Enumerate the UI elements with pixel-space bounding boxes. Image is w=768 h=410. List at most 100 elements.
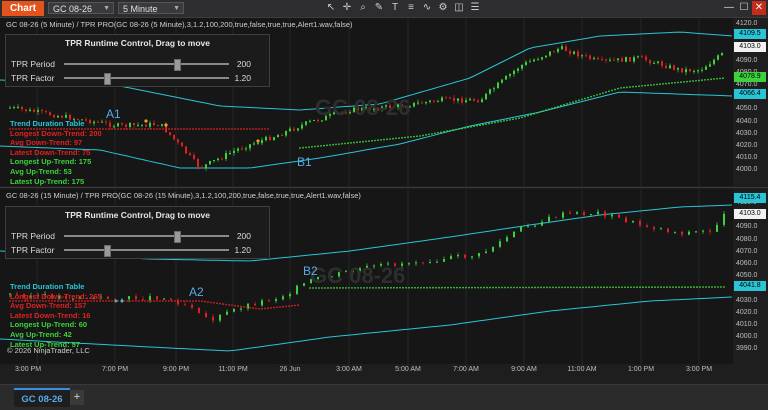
stack-icon[interactable]: ≡ (405, 2, 417, 14)
crosshair-icon[interactable]: ✛ (341, 2, 353, 14)
trail-stop-down (270, 307, 272, 309)
factor-slider[interactable] (64, 73, 229, 85)
trail-stop-down (135, 300, 137, 302)
candle (141, 124, 143, 128)
price-axis-15min[interactable]: 4110.04100.04090.04080.04070.04060.04050… (733, 189, 768, 364)
candle-body (233, 150, 235, 153)
trail-stop-up (675, 286, 677, 289)
draw-icon[interactable]: ✎ (373, 2, 385, 14)
slider-thumb[interactable] (174, 59, 181, 71)
tpr-control-panel[interactable]: TPR Runtime Control, Drag to move TPR Pe… (5, 206, 270, 259)
price-tick: 4050.0 (736, 272, 758, 280)
chart-pane-15min[interactable]: GC 08-26 GC 08-26 (15 Minute) / TPR PRO(… (0, 189, 733, 364)
close-button[interactable]: ✕ (752, 1, 766, 15)
trail-stop-down (258, 128, 260, 130)
interval-selector[interactable]: 5 Minute ▼ (118, 2, 184, 14)
trail-stop-up (305, 146, 307, 149)
instrument-selector[interactable]: GC 08-26 ▼ (48, 2, 114, 14)
candle (489, 88, 491, 96)
candle-body (153, 122, 155, 126)
trail-stop-up (444, 286, 446, 289)
snapshot-icon[interactable]: ◫ (453, 2, 465, 14)
candle (548, 214, 550, 222)
candle-body (429, 100, 431, 102)
trail-stop-up (570, 286, 572, 289)
candle (669, 63, 671, 70)
trail-stop-up (482, 123, 484, 126)
candle (653, 225, 655, 232)
candle-body (716, 224, 718, 232)
price-tick: 3990.0 (736, 345, 758, 353)
trail-stop-up (590, 95, 592, 98)
period-slider[interactable] (64, 231, 229, 243)
candle-body (209, 160, 211, 165)
candle-body (170, 298, 172, 300)
candle-body (184, 304, 186, 306)
trail-stop-up (317, 145, 319, 148)
candle-body (453, 97, 455, 101)
add-tab-button[interactable]: + (70, 390, 84, 405)
candle (29, 107, 31, 112)
cursor-icon[interactable]: ↖ (325, 2, 337, 14)
candle-body (633, 57, 635, 62)
candle-body (702, 230, 704, 232)
trail-stop-up (320, 145, 322, 147)
candle (17, 104, 19, 109)
candle (693, 69, 695, 74)
candle-body (489, 89, 491, 94)
factor-label: TPR Factor (11, 245, 55, 255)
candle (493, 86, 495, 93)
trail-stop-up (425, 134, 427, 136)
latest-up: Latest Up-Trend: 175 (10, 176, 85, 186)
candle (555, 216, 557, 219)
trail-stop-up (552, 286, 554, 289)
trail-stop-down (219, 302, 221, 305)
trail-stop-up (389, 138, 391, 140)
price-axis-5min[interactable]: 4120.04110.04100.04090.04080.04070.04060… (733, 18, 768, 186)
trail-stop-up (302, 146, 304, 149)
candle (289, 126, 291, 132)
slider-thumb[interactable] (174, 231, 181, 243)
properties-icon[interactable]: ☰ (469, 2, 481, 14)
factor-slider[interactable] (64, 245, 229, 257)
zoom-icon[interactable]: ⌕ (357, 2, 369, 14)
trail-stop-up (462, 286, 464, 289)
candle (593, 56, 595, 61)
candle-body (241, 148, 243, 150)
pane-divider[interactable] (0, 187, 768, 188)
candle-body (422, 262, 424, 264)
trail-stop-down (132, 300, 134, 302)
tpr-control-panel[interactable]: TPR Runtime Control, Drag to move TPR Pe… (5, 34, 270, 87)
trail-stop-up (561, 286, 563, 289)
longest-down: Longest Down-Trend: 265 (10, 291, 102, 301)
time-axis[interactable]: 3:00 PM 7:00 PM 9:00 PM 11:00 PM 26 Jun 3:00 … (0, 364, 733, 376)
strategy-icon[interactable]: ⚙ (437, 2, 449, 14)
chart-menu-button[interactable]: Chart (2, 1, 44, 16)
candle (457, 98, 459, 104)
candle (713, 58, 715, 66)
price-tick: 4020.0 (736, 308, 758, 316)
candle (573, 50, 575, 55)
candle (273, 136, 275, 141)
trail-stop-up (521, 116, 523, 119)
slider-thumb[interactable] (104, 245, 111, 257)
time-tick: 11:00 PM (218, 366, 248, 373)
trail-stop-up (602, 92, 604, 94)
candle (513, 231, 515, 238)
chart-pane-5min[interactable]: GC 08-26 GC 08-26 (5 Minute) / TPR PRO(G… (0, 18, 733, 186)
period-value: 200 (236, 231, 251, 241)
tab-gc-08-26[interactable]: GC 08-26 (14, 388, 70, 407)
candle-body (533, 59, 535, 62)
candle-body (293, 128, 295, 131)
trail-stop-up (659, 83, 661, 86)
maximize-button[interactable]: ☐ (737, 1, 751, 15)
trail-stop-up (702, 286, 704, 288)
minimize-button[interactable]: — (722, 1, 736, 15)
candle-body (492, 246, 494, 252)
slider-thumb[interactable] (104, 73, 111, 85)
candle-body (465, 100, 467, 103)
indicator-icon[interactable]: ∿ (421, 2, 433, 14)
text-icon[interactable]: T (389, 2, 401, 14)
trail-stop-down (237, 305, 239, 307)
period-slider[interactable] (64, 59, 229, 71)
